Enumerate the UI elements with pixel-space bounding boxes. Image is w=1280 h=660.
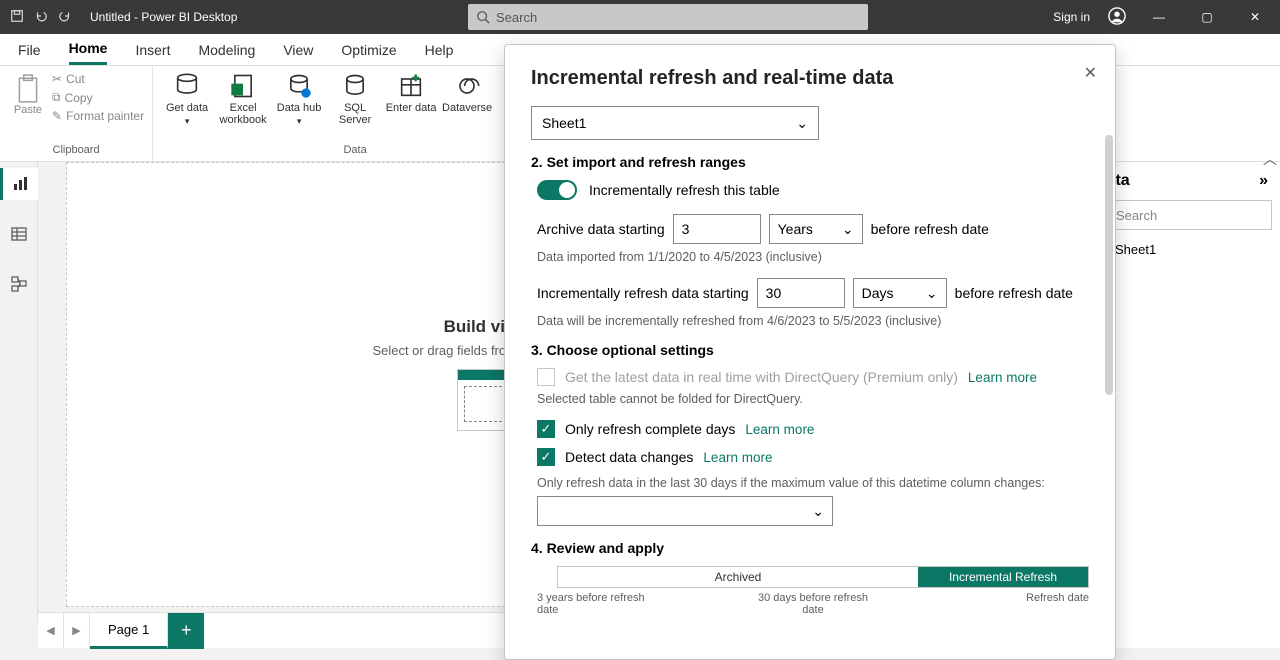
group-label-data: Data xyxy=(343,144,366,156)
detect-changes-learn-more-link[interactable]: Learn more xyxy=(703,450,772,465)
report-view-button[interactable] xyxy=(0,168,38,200)
table-icon xyxy=(11,226,27,242)
chevron-down-icon: ⌄ xyxy=(842,221,854,238)
menu-optimize[interactable]: Optimize xyxy=(341,36,396,64)
excel-button[interactable]: Excel workbook xyxy=(217,70,269,126)
datetime-column-select[interactable]: ⌄ xyxy=(537,496,833,526)
chevron-up-icon: ︿ xyxy=(1263,149,1277,169)
titlebar: Untitled - Power BI Desktop Search Sign … xyxy=(0,0,1280,34)
realtime-label: Get the latest data in real time with Di… xyxy=(565,369,958,385)
before-label: before refresh date xyxy=(871,221,989,237)
complete-days-checkbox[interactable]: ✓ xyxy=(537,420,555,438)
section-3-heading: 3. Choose optional settings xyxy=(531,342,1089,358)
incremental-unit-select[interactable]: Days⌄ xyxy=(853,278,947,308)
archive-value-input[interactable] xyxy=(673,214,761,244)
search-icon xyxy=(476,10,490,24)
incremental-label: Incrementally refresh data starting xyxy=(537,285,749,301)
section-2-heading: 2. Set import and refresh ranges xyxy=(531,154,1089,170)
before-label-2: before refresh date xyxy=(955,285,1073,301)
table-select-dropdown[interactable]: Sheet1 ⌄ xyxy=(531,106,819,140)
brush-icon: ✎ xyxy=(52,109,62,123)
next-page-button[interactable]: ▶ xyxy=(64,613,90,649)
get-data-button[interactable]: Get data▾ xyxy=(161,70,213,127)
excel-icon xyxy=(229,72,257,100)
archive-label: Archive data starting xyxy=(537,221,665,237)
dialog-close-button[interactable]: ✕ xyxy=(1084,63,1097,83)
paste-button[interactable]: Paste xyxy=(8,70,48,116)
prev-page-button[interactable]: ◀ xyxy=(38,613,64,649)
detect-changes-label: Detect data changes xyxy=(565,449,693,465)
undo-icon[interactable] xyxy=(34,9,48,26)
page-tab-1[interactable]: Page 1 xyxy=(90,613,168,649)
save-icon[interactable] xyxy=(10,9,24,26)
data-hub-button[interactable]: Data hub▾ xyxy=(273,70,325,127)
chevron-down-icon: ⌄ xyxy=(796,115,808,132)
enter-data-button[interactable]: Enter data xyxy=(385,70,437,114)
toggle-label: Incrementally refresh this table xyxy=(589,182,780,198)
bar-chart-icon xyxy=(12,176,28,192)
group-label-clipboard: Clipboard xyxy=(53,144,100,156)
timeline: Archived Incremental Refresh 3 years bef… xyxy=(531,566,1089,616)
complete-days-learn-more-link[interactable]: Learn more xyxy=(745,422,814,437)
table-view-button[interactable] xyxy=(0,218,38,250)
search-placeholder: Search xyxy=(496,10,537,25)
realtime-note: Selected table cannot be folded for Dire… xyxy=(531,392,1089,406)
copy-icon: ⧉ xyxy=(52,90,61,105)
expand-pane-icon[interactable]: » xyxy=(1259,172,1268,190)
close-icon[interactable]: ✕ xyxy=(1240,10,1270,24)
timeline-archived-segment: Archived xyxy=(558,567,918,587)
signin-link[interactable]: Sign in xyxy=(1053,10,1090,24)
left-viewbar xyxy=(0,162,38,622)
incremental-refresh-dialog: ✕ Incremental refresh and real-time data… xyxy=(504,44,1116,660)
incremental-range-note: Data will be incrementally refreshed fro… xyxy=(531,314,1089,328)
timeline-left-label: 3 years before refresh date xyxy=(537,592,657,616)
realtime-checkbox xyxy=(537,368,555,386)
dataverse-icon xyxy=(453,72,481,100)
chevron-down-icon: ⌄ xyxy=(926,285,938,302)
hub-icon xyxy=(285,72,313,100)
sql-icon xyxy=(341,72,369,100)
database-icon xyxy=(173,72,201,100)
menu-view[interactable]: View xyxy=(283,36,313,64)
minimize-icon[interactable]: — xyxy=(1144,10,1174,24)
data-pane-search[interactable]: Search xyxy=(1091,200,1272,230)
menu-home[interactable]: Home xyxy=(69,34,108,65)
section-4-heading: 4. Review and apply xyxy=(531,540,1089,556)
account-icon[interactable] xyxy=(1108,7,1126,28)
dialog-scrollbar[interactable] xyxy=(1105,135,1113,395)
dataverse-button[interactable]: Dataverse xyxy=(441,70,493,114)
dialog-title: Incremental refresh and real-time data xyxy=(531,67,1089,90)
complete-days-label: Only refresh complete days xyxy=(565,421,735,437)
clipboard-icon xyxy=(15,74,41,104)
sql-server-button[interactable]: SQL Server xyxy=(329,70,381,126)
model-view-button[interactable] xyxy=(0,268,38,300)
incremental-value-input[interactable] xyxy=(757,278,845,308)
global-search[interactable]: Search xyxy=(468,4,868,30)
menu-modeling[interactable]: Modeling xyxy=(198,36,255,64)
incremental-toggle[interactable] xyxy=(537,180,577,200)
collapse-pane-button[interactable]: ︿ xyxy=(1259,148,1280,170)
maximize-icon[interactable]: ▢ xyxy=(1192,10,1222,24)
add-page-button[interactable]: + xyxy=(168,613,204,649)
menu-file[interactable]: File xyxy=(18,36,41,64)
scissors-icon: ✂ xyxy=(52,72,62,86)
table-add-icon xyxy=(397,72,425,100)
cut-button[interactable]: ✂Cut xyxy=(52,72,144,86)
redo-icon[interactable] xyxy=(58,9,72,26)
format-painter-button[interactable]: ✎Format painter xyxy=(52,109,144,123)
window-title: Untitled - Power BI Desktop xyxy=(90,10,237,24)
detect-changes-checkbox[interactable]: ✓ xyxy=(537,448,555,466)
timeline-right-label: Refresh date xyxy=(969,592,1089,616)
copy-button[interactable]: ⧉Copy xyxy=(52,90,144,105)
model-icon xyxy=(11,276,27,292)
archive-unit-select[interactable]: Years⌄ xyxy=(769,214,863,244)
menu-help[interactable]: Help xyxy=(425,36,454,64)
realtime-learn-more-link[interactable]: Learn more xyxy=(968,370,1037,385)
menu-insert[interactable]: Insert xyxy=(135,36,170,64)
chevron-down-icon: ⌄ xyxy=(812,503,824,520)
timeline-mid-label: 30 days before refresh date xyxy=(753,592,873,616)
import-range-note: Data imported from 1/1/2020 to 4/5/2023 … xyxy=(531,250,1089,264)
timeline-incremental-segment: Incremental Refresh xyxy=(918,567,1088,587)
detect-changes-note: Only refresh data in the last 30 days if… xyxy=(531,476,1089,490)
